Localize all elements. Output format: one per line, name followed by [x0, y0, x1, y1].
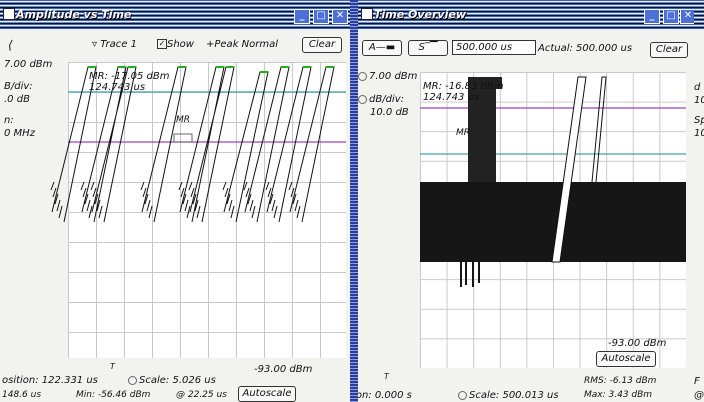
a-mode-button[interactable]: A—▬	[362, 40, 402, 56]
bottom-level[interactable]: -93.00 dBm	[608, 338, 666, 349]
marker-tag[interactable]: MR	[176, 115, 190, 125]
window-icon	[3, 8, 15, 20]
window-title: Amplitude vs Time	[16, 8, 132, 21]
ref-level[interactable]: 7.00 dBm	[358, 71, 417, 82]
spike	[478, 257, 480, 283]
dial-icon	[128, 375, 137, 385]
plot-overlay	[50, 66, 346, 223]
max-readout: Max: 3.43 dBm	[584, 390, 653, 400]
spike	[472, 257, 474, 287]
minimize-button[interactable]: _	[644, 9, 660, 24]
dropdown-arrow-icon: ▿	[92, 39, 101, 50]
marker-readout: MR: -17.05 dBm	[89, 71, 170, 82]
dial-icon	[358, 94, 367, 104]
ref-level[interactable]: 7.00 dBm	[4, 59, 52, 70]
scale-readout[interactable]: Scale: 500.013 us	[458, 390, 559, 401]
autoscale-button[interactable]: Autoscale	[596, 351, 656, 367]
marker-readout: MR: -16.83 dBm	[423, 81, 504, 92]
db-div-value[interactable]: .0 dB	[4, 94, 30, 105]
stat-time: 148.6 us	[2, 390, 42, 400]
spike	[465, 257, 467, 285]
partial-label: F	[694, 376, 700, 387]
position-readout[interactable]: Position: 0.000 s	[358, 390, 412, 401]
dial-icon	[358, 71, 367, 81]
title-bar[interactable]	[694, 0, 704, 30]
trace-arrow-icon: ⟨	[8, 38, 13, 52]
marker-time: 124.743 us	[423, 92, 480, 103]
rms-readout: RMS: -6.13 dBm	[584, 376, 657, 386]
partial-label: 100.	[694, 128, 704, 139]
noise-floor-block	[420, 182, 686, 262]
bottom-level[interactable]: -93.00 dBm	[254, 364, 312, 375]
partial-label: d	[694, 82, 701, 93]
show-checkbox[interactable]: ✓ Show	[157, 39, 194, 50]
autoscale-button[interactable]: Autoscale	[238, 386, 296, 402]
cursor-marker[interactable]: T	[384, 372, 389, 381]
stat-at: @ 22.25 us	[176, 390, 227, 400]
db-div-label: B/div:	[4, 81, 33, 92]
clear-button[interactable]: Clear	[650, 42, 688, 58]
db-div-value[interactable]: 10.0 dB	[370, 107, 409, 118]
actual-value: 500.000 us	[576, 43, 633, 54]
title-bar[interactable]: Amplitude vs Time _ □ ✕	[0, 0, 350, 30]
time-overview-window: Time Overview _ □ ✕ A—▬ S‾▔ 500.000 us A…	[358, 0, 694, 402]
clear-button[interactable]: Clear	[302, 37, 342, 53]
close-button[interactable]: ✕	[680, 9, 694, 24]
detection-mode[interactable]: +Peak Normal	[206, 39, 278, 50]
minimize-button[interactable]: _	[294, 9, 310, 24]
checkmark-icon: ✓	[157, 39, 167, 49]
span-label: n:	[4, 115, 14, 126]
marker-time: 124.743 us	[89, 82, 146, 93]
marker-tag[interactable]: MR	[456, 128, 470, 138]
title-bar[interactable]: Time Overview _ □ ✕	[358, 0, 694, 30]
plot-overlay	[420, 76, 686, 287]
amplitude-vs-time-window: Amplitude vs Time _ □ ✕ ⟨ ▿ Trace 1 ✓ Sho…	[0, 0, 350, 402]
maximize-button[interactable]: □	[313, 9, 329, 24]
close-button[interactable]: ✕	[332, 9, 348, 24]
maximize-button[interactable]: □	[663, 9, 679, 24]
actual-label: Actual:	[538, 43, 573, 54]
partial-label: Spa	[694, 115, 704, 126]
ramp-edge-2	[591, 76, 607, 183]
position-readout[interactable]: osition: 122.331 us	[2, 375, 98, 386]
window-divider	[350, 0, 358, 402]
partial-label: @	[694, 390, 704, 401]
cursor-marker[interactable]: T	[110, 362, 115, 371]
scale-readout[interactable]: Scale: 5.026 us	[128, 375, 216, 386]
trace-selector[interactable]: ▿ Trace 1	[92, 39, 137, 50]
db-div-label: dB/div:	[358, 94, 404, 105]
time-overview-plot[interactable]: MR: -16.83 dBm 124.743 us MR	[420, 72, 686, 368]
dial-icon	[458, 390, 467, 400]
third-window: d 10 Spa 100. F @	[694, 0, 704, 402]
partial-label: 10	[694, 95, 704, 106]
time-input[interactable]: 500.000 us	[452, 40, 536, 55]
window-icon	[361, 8, 373, 20]
stat-min: Min: -56.46 dBm	[76, 390, 151, 400]
window-title: Time Overview	[374, 8, 466, 21]
s-mode-button[interactable]: S‾▔	[408, 40, 448, 56]
span-value[interactable]: 0 MHz	[4, 128, 35, 139]
spike	[460, 257, 462, 287]
amplitude-plot[interactable]: MR: -17.05 dBm 124.743 us MR	[50, 62, 346, 358]
